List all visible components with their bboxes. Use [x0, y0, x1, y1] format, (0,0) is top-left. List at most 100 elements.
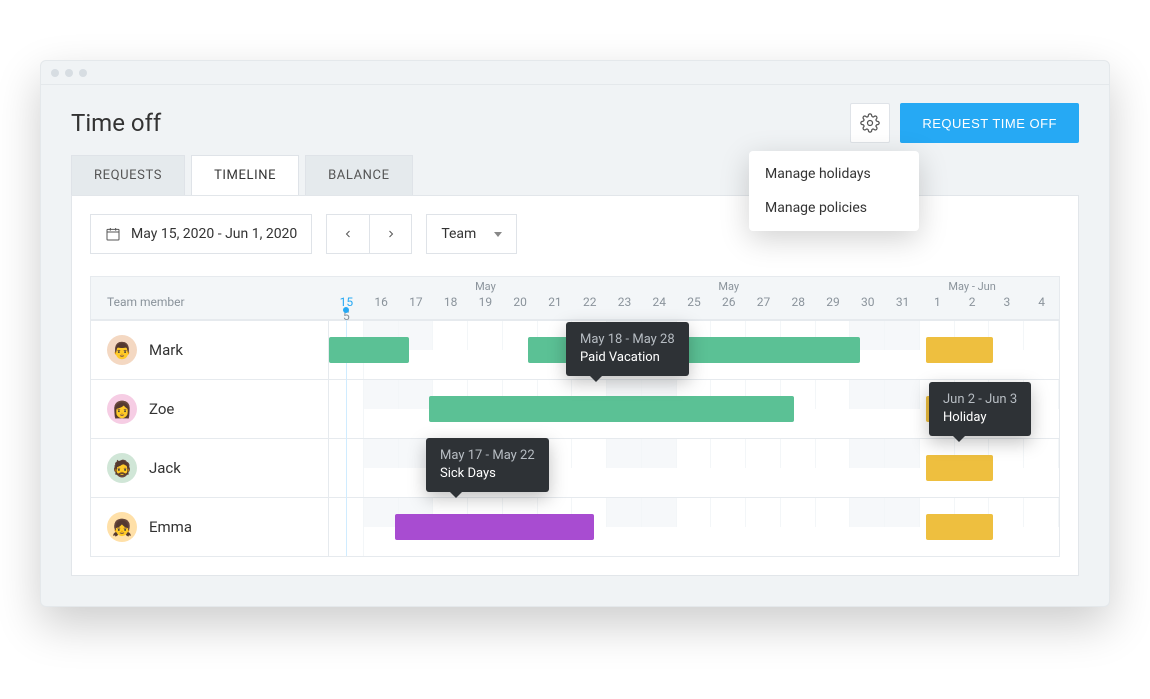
timeline-cell — [677, 498, 712, 527]
settings-menu: Manage holidays Manage policies — [749, 151, 919, 231]
date-range-picker[interactable]: May 15, 2020 - Jun 1, 2020 — [90, 214, 312, 254]
timeline-cell — [607, 439, 642, 468]
timeline-cell — [816, 439, 851, 468]
team-member-cell: 👩Zoe — [91, 380, 329, 438]
timeline-cell — [364, 498, 399, 527]
timeline-cell — [468, 321, 503, 350]
timeline-cell — [885, 380, 920, 409]
timeline-cell — [607, 498, 642, 527]
prev-button[interactable] — [327, 215, 369, 253]
timeoff-bar[interactable] — [395, 514, 594, 540]
day-header-4: 4 — [1024, 295, 1059, 309]
timeline-cell — [850, 439, 885, 468]
day-header-2: 2 — [955, 295, 990, 309]
timeline-cell — [433, 321, 468, 350]
timeline-cell — [642, 439, 677, 468]
member-name: Zoe — [149, 400, 174, 418]
tooltip-date: Jun 2 - Jun 3 — [943, 391, 1017, 409]
timeline-cell — [989, 498, 1024, 527]
tab-balance[interactable]: BALANCE — [305, 155, 413, 195]
timeoff-bar[interactable] — [926, 514, 992, 540]
timeline-cell — [850, 380, 885, 409]
settings-button[interactable] — [850, 103, 890, 143]
request-time-off-button[interactable]: REQUEST TIME OFF — [900, 103, 1079, 143]
month-label: May - Jun — [920, 280, 1024, 293]
tab-timeline[interactable]: TIMELINE — [191, 155, 299, 195]
avatar: 👧 — [107, 512, 137, 542]
page-header: Time off REQUEST TIME OFF Manage holiday… — [41, 85, 1109, 155]
titlebar — [41, 61, 1109, 85]
group-by-dropdown[interactable]: Team — [426, 214, 517, 254]
day-header-28: 28 — [781, 295, 816, 309]
timeline-grid: Team member May May May - Jun 1516171819… — [90, 276, 1060, 557]
tab-requests[interactable]: REQUESTS — [71, 155, 185, 195]
timeline-cell — [816, 498, 851, 527]
timeline-cell — [364, 439, 399, 468]
timeline-cell — [781, 498, 816, 527]
member-column-header: Team member — [91, 277, 329, 319]
tooltip-holiday: Jun 2 - Jun 3 Holiday — [929, 382, 1031, 436]
tooltip-type: Holiday — [943, 409, 1017, 427]
member-name: Jack — [149, 459, 181, 477]
window-dot — [51, 69, 59, 77]
avatar: 👨 — [107, 335, 137, 365]
timeline-cells — [329, 498, 1059, 556]
timeline-cell — [746, 498, 781, 527]
timeline-row: 👧Emma — [91, 497, 1059, 556]
header-actions: REQUEST TIME OFF Manage holidays Manage … — [850, 103, 1079, 143]
timeline-header: Team member May May May - Jun 1516171819… — [91, 277, 1059, 320]
page-title: Time off — [71, 109, 161, 137]
timeline-cell — [816, 380, 851, 409]
timeline-cell — [364, 380, 399, 409]
menu-item-manage-policies[interactable]: Manage policies — [749, 191, 919, 225]
tooltip-paid-vacation: May 18 - May 28 Paid Vacation — [566, 322, 689, 376]
day-header-31: 31 — [885, 295, 920, 309]
tabs: REQUESTS TIMELINE BALANCE — [41, 155, 1109, 195]
team-member-cell: 👨 Mark — [91, 321, 329, 379]
day-header-22: 22 — [572, 295, 607, 309]
group-by-label: Team — [441, 226, 476, 242]
day-header-18: 18 — [433, 295, 468, 309]
day-header-27: 27 — [746, 295, 781, 309]
month-label: May — [677, 280, 781, 293]
timeoff-bar[interactable] — [926, 455, 992, 481]
next-button[interactable] — [369, 215, 411, 253]
timeline-cell — [781, 439, 816, 468]
day-header-20: 20 — [503, 295, 538, 309]
window-dot — [79, 69, 87, 77]
menu-item-manage-holidays[interactable]: Manage holidays — [749, 157, 919, 191]
day-header-24: 24 — [642, 295, 677, 309]
avatar: 🧔 — [107, 453, 137, 483]
timeline-cell — [885, 321, 920, 350]
timeline-cell — [711, 498, 746, 527]
day-header-30: 30 — [850, 295, 885, 309]
calendar-icon — [105, 226, 121, 242]
tooltip-type: Paid Vacation — [580, 349, 675, 367]
window-dot — [65, 69, 73, 77]
tooltip-date: May 18 - May 28 — [580, 331, 675, 349]
day-header-17: 17 — [399, 295, 434, 309]
gear-icon — [860, 113, 880, 133]
chevron-down-icon — [494, 232, 502, 237]
timeoff-bar[interactable] — [429, 396, 794, 422]
member-name: Mark — [149, 341, 183, 359]
timeoff-bar[interactable] — [926, 337, 992, 363]
tooltip-date: May 17 - May 22 — [440, 447, 535, 465]
timeline-cell — [746, 439, 781, 468]
timeline-cell — [677, 439, 712, 468]
day-header-16: 16 — [364, 295, 399, 309]
timeline-cell — [885, 439, 920, 468]
date-range-text: May 15, 2020 - Jun 1, 2020 — [131, 226, 297, 242]
timeline-cell — [1024, 498, 1059, 527]
timeline-body: May 18 - May 28 Paid Vacation May 17 - M… — [91, 320, 1059, 556]
day-header-3: 3 — [989, 295, 1024, 309]
timeline-cell — [711, 439, 746, 468]
day-header-26: 26 — [711, 295, 746, 309]
timeline-cell — [989, 321, 1024, 350]
timeoff-bar[interactable] — [329, 337, 409, 363]
timeline-cell — [642, 498, 677, 527]
chevron-left-icon — [342, 228, 354, 240]
timeline-date-header: May May May - Jun 1516171819202122232425… — [329, 277, 1059, 319]
timeline-cell — [885, 498, 920, 527]
timeline-cell — [1024, 321, 1059, 350]
